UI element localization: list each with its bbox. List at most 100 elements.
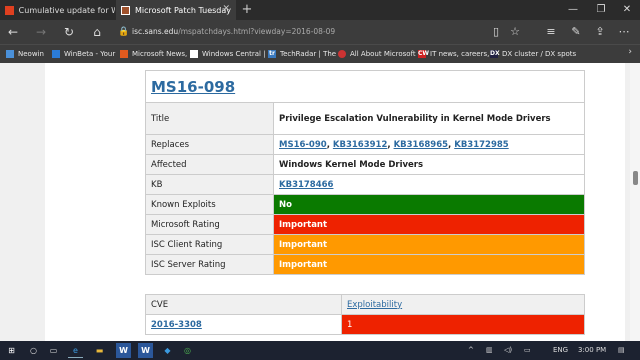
file-explorer-icon[interactable]: ▬ bbox=[92, 343, 107, 358]
favorite-all-about-microsoft[interactable]: All About Microsoft bbox=[338, 45, 416, 63]
web-note-icon[interactable]: ✎ bbox=[568, 24, 584, 40]
cw-icon: CW bbox=[418, 50, 430, 58]
word-document-icon[interactable]: W bbox=[138, 343, 153, 358]
kb-link[interactable]: KB3178466 bbox=[279, 180, 333, 190]
isc-client-rating-value: Important bbox=[273, 234, 585, 255]
table-row: 2016-3308 1 bbox=[145, 314, 585, 335]
search-icon[interactable]: ○ bbox=[26, 343, 41, 358]
title-value: Privilege Escalation Vulnerability in Ke… bbox=[273, 102, 585, 135]
table-row: Known Exploits No bbox=[145, 194, 585, 215]
favorite-label: Windows Central | bbox=[202, 50, 266, 58]
row-label: Title bbox=[145, 102, 274, 135]
cve-cell: 2016-3308 bbox=[145, 314, 342, 335]
start-button-windows-icon[interactable]: ⊞ bbox=[4, 343, 19, 358]
address-domain: isc.sans.edu bbox=[132, 27, 179, 36]
winbeta-icon bbox=[52, 50, 60, 58]
row-label: Replaces bbox=[145, 134, 274, 155]
sans-shield-icon bbox=[121, 5, 130, 15]
edge-browser-icon[interactable]: e bbox=[68, 343, 83, 358]
home-button[interactable]: ⌂ bbox=[88, 24, 106, 40]
table-row: ISC Server Rating Important bbox=[145, 254, 585, 275]
windows-logo-icon bbox=[5, 5, 14, 15]
replaces-link[interactable]: MS16-090 bbox=[279, 140, 327, 150]
close-tab-icon[interactable]: ✕ bbox=[222, 4, 230, 14]
clock[interactable]: 3:00 PM bbox=[578, 341, 606, 360]
favorite-label: All About Microsoft bbox=[350, 50, 416, 58]
row-label: Microsoft Rating bbox=[145, 214, 274, 235]
cve-column-header: CVE bbox=[145, 294, 342, 315]
back-button[interactable]: ← bbox=[4, 24, 22, 40]
known-exploits-value: No bbox=[273, 194, 585, 215]
navigation-bar: ← → ↻ ⌂ 🔒 isc.sans.edu/mspatchdays.html?… bbox=[0, 20, 640, 44]
address-path: /mspatchdays.html?viewday=2016-08-09 bbox=[178, 27, 336, 36]
row-label: Known Exploits bbox=[145, 194, 274, 215]
replaces-link[interactable]: KB3163912 bbox=[333, 140, 387, 150]
tab-patch-tuesday[interactable]: Microsoft Patch Tuesday ✕ bbox=[116, 0, 236, 20]
favorite-label: Neowin bbox=[18, 50, 44, 58]
reading-view-icon[interactable]: ▯ bbox=[488, 24, 504, 40]
tab-cumulative-update[interactable]: Cumulative update for Wind bbox=[0, 0, 115, 20]
share-icon[interactable]: ⇪ bbox=[592, 24, 608, 40]
exploitability-column-header: Exploitability bbox=[341, 294, 585, 315]
cve-header-row: CVE Exploitability bbox=[145, 294, 585, 315]
battery-icon[interactable]: ▭ bbox=[524, 341, 531, 360]
close-window-button[interactable]: ✕ bbox=[614, 0, 640, 20]
action-center-icon[interactable]: ▤ bbox=[618, 341, 625, 360]
minimize-button[interactable]: — bbox=[560, 0, 586, 20]
table-row: Replaces MS16-090, KB3163912, KB3168965,… bbox=[145, 134, 585, 155]
more-icon[interactable]: ⋯ bbox=[616, 24, 632, 40]
favorite-star-icon[interactable]: ☆ bbox=[507, 24, 523, 40]
exploitability-cell: 1 bbox=[341, 314, 585, 335]
favorite-winbeta[interactable]: WinBeta - Your bbox=[52, 45, 115, 63]
windows-taskbar: ⊞ ○ ▭ e ▬ W W ◆ ◎ ^ ▥ ◁) ▭ ENG 3:00 PM ▤ bbox=[0, 341, 640, 360]
lock-icon: 🔒 bbox=[118, 27, 130, 37]
favorite-label: DX cluster / DX spots bbox=[502, 50, 577, 58]
favorite-dx-cluster[interactable]: DX DX cluster / DX spots bbox=[490, 45, 576, 63]
cve-table: CVE Exploitability 2016-3308 1 bbox=[145, 294, 585, 335]
tab-bar: Cumulative update for Wind Microsoft Pat… bbox=[0, 0, 640, 20]
tab-title: Microsoft Patch Tuesday bbox=[135, 5, 232, 15]
page-viewport: MS16-098 Title Privilege Escalation Vuln… bbox=[0, 63, 640, 341]
hub-icon[interactable]: ≡ bbox=[543, 24, 559, 40]
vertical-scrollbar[interactable] bbox=[630, 63, 640, 341]
isc-server-rating-value: Important bbox=[273, 254, 585, 275]
favorite-neowin[interactable]: Neowin bbox=[6, 45, 44, 63]
tray-overflow-icon[interactable]: ^ bbox=[468, 341, 474, 360]
table-row: Microsoft Rating Important bbox=[145, 214, 585, 235]
chrome-icon[interactable]: ◎ bbox=[180, 343, 195, 358]
replaces-link[interactable]: KB3172985 bbox=[454, 140, 508, 150]
favorites-more-chevron-icon[interactable]: › bbox=[628, 47, 632, 57]
bulletin-id-cell: MS16-098 bbox=[145, 70, 585, 103]
new-tab-button[interactable]: + bbox=[240, 2, 254, 18]
microsoft-news-icon bbox=[120, 50, 128, 58]
address-bar[interactable]: isc.sans.edu/mspatchdays.html?viewday=20… bbox=[132, 25, 482, 39]
language-indicator[interactable]: ENG bbox=[553, 341, 568, 360]
neowin-icon bbox=[6, 50, 14, 58]
exploitability-header-link[interactable]: Exploitability bbox=[347, 300, 402, 310]
task-view-icon[interactable]: ▭ bbox=[46, 343, 61, 358]
network-icon[interactable]: ▥ bbox=[486, 341, 493, 360]
row-label: ISC Client Rating bbox=[145, 234, 274, 255]
bulletin-id-link[interactable]: MS16-098 bbox=[151, 78, 235, 96]
maximize-button[interactable]: ❐ bbox=[588, 0, 614, 20]
favorite-it-news[interactable]: CW IT news, careers, bbox=[418, 45, 489, 63]
favorite-microsoft-news[interactable]: Microsoft News, bbox=[120, 45, 187, 63]
table-row: Title Privilege Escalation Vulnerability… bbox=[145, 102, 585, 135]
bulletin-table: MS16-098 Title Privilege Escalation Vuln… bbox=[145, 70, 585, 275]
cve-link[interactable]: 2016-3308 bbox=[151, 320, 202, 330]
row-label: ISC Server Rating bbox=[145, 254, 274, 275]
volume-icon[interactable]: ◁) bbox=[504, 341, 512, 360]
store-icon[interactable]: ◆ bbox=[160, 343, 175, 358]
row-label: Affected bbox=[145, 154, 274, 175]
favorite-label: IT news, careers, bbox=[430, 50, 490, 58]
favorite-techradar[interactable]: tr TechRadar | The bbox=[268, 45, 336, 63]
table-row: Affected Windows Kernel Mode Drivers bbox=[145, 154, 585, 175]
favorite-windows-central[interactable]: Windows Central | bbox=[190, 45, 266, 63]
refresh-button[interactable]: ↻ bbox=[60, 24, 78, 40]
favorite-label: WinBeta - Your bbox=[64, 50, 116, 58]
scrollbar-thumb[interactable] bbox=[633, 171, 638, 185]
forward-button[interactable]: → bbox=[32, 24, 50, 40]
word-icon[interactable]: W bbox=[116, 343, 131, 358]
replaces-link[interactable]: KB3168965 bbox=[394, 140, 448, 150]
favorite-label: Microsoft News, bbox=[132, 50, 188, 58]
